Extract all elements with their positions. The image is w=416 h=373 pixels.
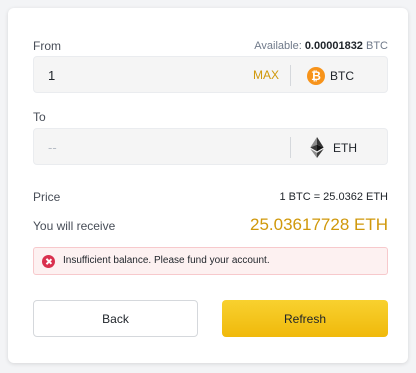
from-amount-input[interactable]: 1 [48,68,55,83]
error-banner: Insufficient balance. Please fund your a… [33,247,388,275]
convert-card: From Available: 0.00001832 BTC 1 MAX ₿ B… [8,8,408,363]
to-coin-symbol: ETH [333,140,357,155]
price-label: Price [33,190,61,204]
from-label: From [33,39,61,53]
to-coin-selector[interactable]: ETH [310,137,357,158]
from-coin-selector[interactable]: ₿ BTC [307,65,354,86]
available-amount: 0.00001832 [304,40,363,52]
back-button-label: Back [102,311,129,326]
field-divider [290,65,291,86]
field-divider [290,137,291,158]
max-button[interactable]: MAX [253,68,279,82]
available-label: Available: [254,40,302,52]
receive-label: You will receive [33,219,116,233]
ethereum-icon [310,137,324,158]
error-icon [42,255,55,268]
refresh-button[interactable]: Refresh [222,300,388,337]
refresh-button-label: Refresh [283,311,327,326]
error-message: Insufficient balance. Please fund your a… [63,255,270,266]
from-amount-field[interactable]: 1 MAX ₿ BTC [33,56,388,93]
to-amount-field[interactable]: -- ETH [33,128,388,165]
to-label: To [33,110,46,124]
from-coin-symbol: BTC [330,68,354,83]
available-unit: BTC [366,40,388,52]
price-value: 1 BTC = 25.0362 ETH [279,191,388,203]
bitcoin-icon: ₿ [307,66,325,85]
back-button[interactable]: Back [33,300,198,337]
receive-value: 25.03617728 ETH [250,215,388,234]
to-amount-input[interactable]: -- [48,140,57,155]
available-balance: Available: 0.00001832 BTC [254,40,388,52]
